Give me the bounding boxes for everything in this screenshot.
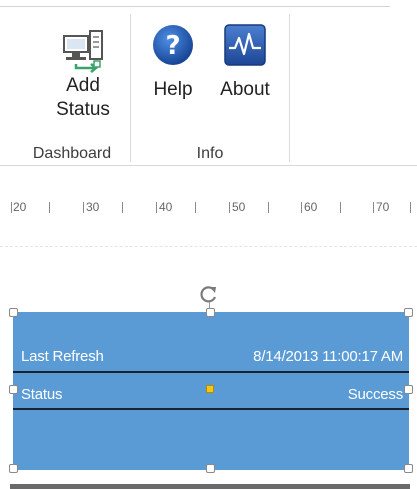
control-handle[interactable] [206,385,214,393]
ribbon: Add Status Dashboard ? Help About Info [0,0,417,166]
group-separator [130,14,131,162]
ruler-mark [410,202,411,213]
resize-handle-top-right[interactable] [404,308,413,317]
group-label-info: Info [196,145,224,162]
add-status-button[interactable]: Add Status [48,28,118,122]
ruler-mark [195,202,196,213]
last-refresh-label: Last Refresh [21,348,104,365]
resize-handle-top-left[interactable] [9,308,18,317]
ribbon-bottom-divider [0,165,417,166]
horizontal-ruler: 20 30 40 50 60 70 [0,196,417,220]
ruler-mark [156,202,157,213]
ruler-mark [11,202,12,213]
rotate-handle-icon[interactable] [196,284,222,304]
ribbon-top-divider [0,6,390,7]
ruler-tick-20: 20 [13,200,27,214]
add-status-label-line2: Status [56,99,110,120]
shape-shadow-strip [10,484,410,489]
row-divider [13,371,409,373]
ruler-tick-60: 60 [304,200,318,214]
resize-handle-middle-left[interactable] [9,385,18,394]
last-refresh-value: 8/14/2013 11:00:17 AM [253,348,403,365]
ruler-tick-30: 30 [86,200,100,214]
ruler-tick-40: 40 [159,200,173,214]
row-divider [13,408,409,410]
ruler-mark [301,202,302,213]
resize-handle-middle-right[interactable] [404,385,413,394]
about-icon [224,24,266,66]
ruler-mark [229,202,230,213]
status-label: Status [21,386,63,403]
ruler-mark [49,202,50,213]
add-status-label-line1: Add [66,75,100,96]
ruler-tick-50: 50 [232,200,246,214]
ruler-mark [373,202,374,213]
help-label: Help [153,79,193,100]
ruler-mark [340,202,341,213]
help-button[interactable]: ? Help [144,22,202,102]
svg-text:?: ? [165,31,180,61]
group-label-dashboard: Dashboard [32,145,112,162]
resize-handle-bottom-center[interactable] [206,464,215,473]
resize-handle-bottom-right[interactable] [404,464,413,473]
ruler-mark [83,202,84,213]
about-button[interactable]: About [210,22,280,102]
group-separator [289,14,290,162]
add-status-icon [63,30,103,73]
last-refresh-row: Last Refresh 8/14/2013 11:00:17 AM [21,348,403,365]
help-icon: ? [153,25,193,65]
resize-handle-bottom-left[interactable] [9,464,18,473]
about-label: About [220,79,270,100]
ruler-mark [268,202,269,213]
ruler-mark [122,202,123,213]
ruler-tick-70: 70 [376,200,390,214]
resize-handle-top-center[interactable] [206,308,215,317]
status-value: Success [347,386,403,403]
page-margin-guide [0,246,417,247]
